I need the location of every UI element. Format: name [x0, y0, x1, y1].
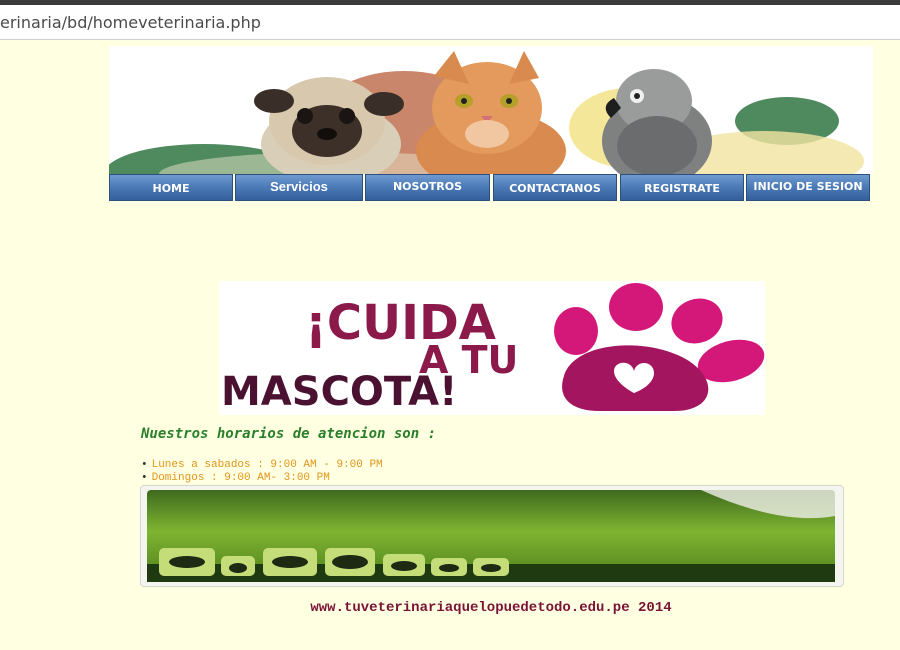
pets-banner-image [109, 46, 873, 174]
grass-banner [140, 485, 844, 587]
nav-nosotros-button[interactable]: NOSOTROS [365, 174, 490, 201]
url-text[interactable]: erinaria/bd/homeveterinaria.php [0, 13, 261, 32]
address-bar[interactable]: erinaria/bd/homeveterinaria.php [0, 5, 900, 40]
main-nav: HOME Servicios NOSOTROS CONTACTANOS REGI… [109, 174, 873, 202]
footer-text: www.tuveterinariaquelopuedetodo.edu.pe 2… [310, 600, 672, 616]
nav-inicio-sesion-button[interactable]: INICIO DE SESION [746, 174, 870, 201]
promo-graphic: ¡CUIDA A TU MASCOTA! [219, 281, 765, 415]
promo-line3: MASCOTA! [221, 369, 457, 415]
horario-lunes-sabado: Lunes a sabados : 9:00 AM - 9:00 PM [151, 459, 383, 471]
nav-contactanos-button[interactable]: CONTACTANOS [493, 174, 617, 201]
header-banner [109, 46, 873, 174]
nav-registrate-button[interactable]: REGISTRATE [620, 174, 744, 201]
grass-photo [147, 490, 835, 582]
horario-domingo: Domingos : 9:00 AM- 3:00 PM [151, 472, 330, 484]
nav-home-button[interactable]: HOME [109, 174, 233, 201]
list-item: • Domingos : 9:00 AM- 3:00 PM [141, 472, 330, 484]
nav-servicios-button[interactable]: Servicios [235, 174, 363, 201]
list-item: • Lunes a sabados : 9:00 AM - 9:00 PM [141, 459, 383, 471]
promo-banner: ¡CUIDA A TU MASCOTA! [219, 281, 765, 415]
horarios-list: • Lunes a sabados : 9:00 AM - 9:00 PM • Do… [141, 459, 383, 485]
horarios-title: Nuestros horarios de atencion son : [141, 426, 437, 442]
